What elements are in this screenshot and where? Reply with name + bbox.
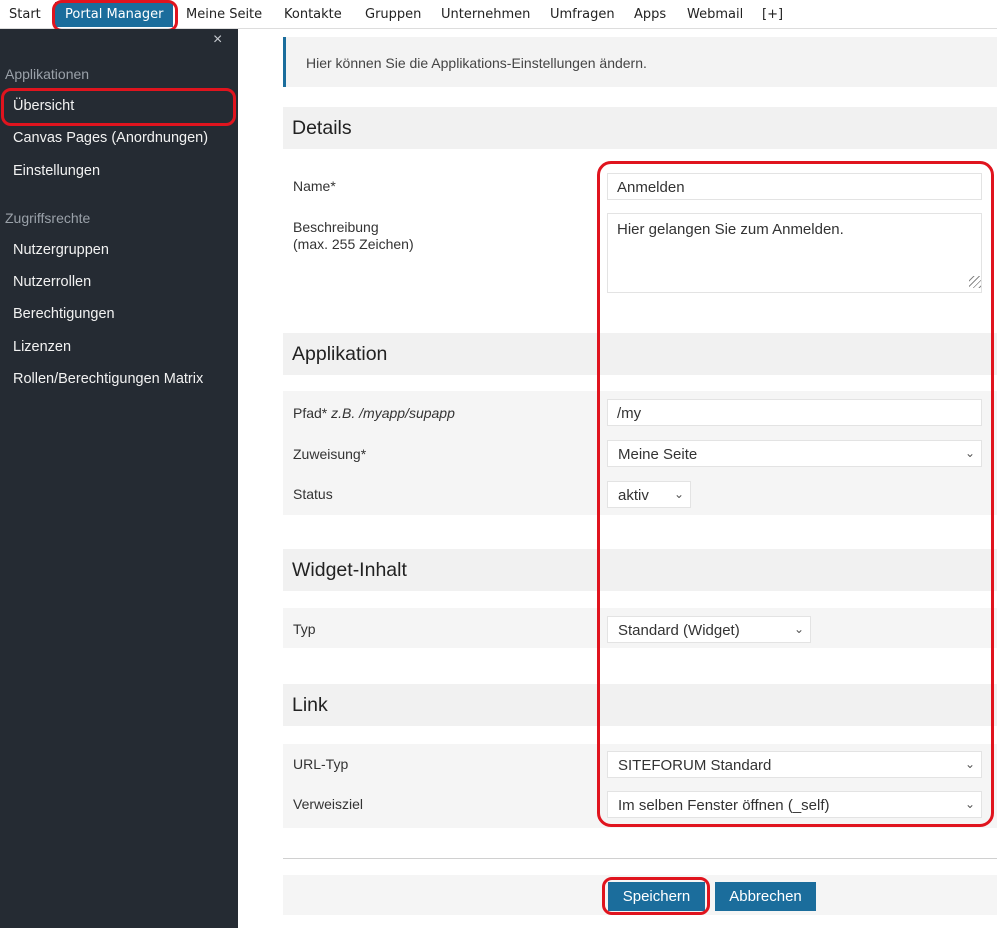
nav-unternehmen[interactable]: Unternehmen bbox=[441, 0, 530, 29]
url-type-select[interactable]: SITEFORUM Standard ⌄ bbox=[607, 751, 982, 778]
type-select-value: Standard (Widget) bbox=[618, 622, 740, 639]
section-widget-inhalt: Widget-Inhalt bbox=[283, 549, 997, 591]
nav-webmail[interactable]: Webmail bbox=[687, 0, 743, 29]
nav-kontakte[interactable]: Kontakte bbox=[284, 0, 342, 29]
info-box: Hier können Sie die Applikations-Einstel… bbox=[283, 37, 997, 87]
sidebar: × Applikationen Übersicht Canvas Pages (… bbox=[0, 29, 238, 928]
sidebar-section-applikationen: Applikationen bbox=[5, 66, 90, 82]
nav-start[interactable]: Start bbox=[9, 0, 41, 29]
nav-gruppen[interactable]: Gruppen bbox=[365, 0, 421, 29]
section-title-link: Link bbox=[292, 694, 328, 716]
nav-meine-seite[interactable]: Meine Seite bbox=[186, 0, 262, 29]
path-label: Pfad* z.B. /myapp/supapp bbox=[293, 405, 455, 421]
cancel-button[interactable]: Abbrechen bbox=[715, 882, 816, 911]
path-hint: z.B. /myapp/supapp bbox=[331, 405, 455, 421]
chevron-down-icon: ⌄ bbox=[793, 622, 804, 636]
chevron-down-icon: ⌄ bbox=[964, 446, 975, 460]
target-select[interactable]: Im selben Fenster öffnen (_self) ⌄ bbox=[607, 791, 982, 818]
close-icon[interactable]: × bbox=[213, 31, 222, 49]
status-label: Status bbox=[293, 486, 333, 502]
nav-add[interactable]: [+] bbox=[762, 0, 783, 29]
nav-portal-manager[interactable]: Portal Manager bbox=[55, 2, 174, 27]
sidebar-item-rollen-matrix[interactable]: Rollen/Berechtigungen Matrix bbox=[13, 371, 203, 387]
path-label-text: Pfad* bbox=[293, 405, 328, 421]
description-hint: (max. 255 Zeichen) bbox=[293, 236, 414, 252]
assign-select[interactable]: Meine Seite ⌄ bbox=[607, 440, 982, 467]
sidebar-item-canvas-pages[interactable]: Canvas Pages (Anordnungen) bbox=[13, 130, 208, 146]
sidebar-item-uebersicht[interactable]: Übersicht bbox=[13, 98, 74, 114]
assign-select-value: Meine Seite bbox=[618, 446, 698, 463]
sidebar-item-nutzergruppen[interactable]: Nutzergruppen bbox=[13, 242, 109, 258]
section-details: Details bbox=[283, 107, 997, 149]
sidebar-item-nutzerrollen[interactable]: Nutzerrollen bbox=[13, 274, 91, 290]
name-field[interactable]: Anmelden bbox=[607, 173, 982, 200]
status-select-value: aktiv bbox=[618, 487, 649, 504]
description-label: Beschreibung bbox=[293, 219, 379, 235]
description-field[interactable]: Hier gelangen Sie zum Anmelden. bbox=[607, 213, 982, 293]
sidebar-item-berechtigungen[interactable]: Berechtigungen bbox=[13, 306, 115, 322]
status-select[interactable]: aktiv ⌄ bbox=[607, 481, 691, 508]
section-applikation: Applikation bbox=[283, 333, 997, 375]
nav-umfragen[interactable]: Umfragen bbox=[550, 0, 615, 29]
type-label: Typ bbox=[293, 621, 316, 637]
chevron-down-icon: ⌄ bbox=[673, 487, 684, 501]
section-title-applikation: Applikation bbox=[292, 343, 388, 365]
sidebar-section-zugriffsrechte: Zugriffsrechte bbox=[5, 210, 91, 226]
type-select[interactable]: Standard (Widget) ⌄ bbox=[607, 616, 811, 643]
divider bbox=[283, 858, 997, 859]
path-field[interactable]: /my bbox=[607, 399, 982, 426]
chevron-down-icon: ⌄ bbox=[964, 797, 975, 811]
name-label: Name* bbox=[293, 178, 336, 194]
assign-label: Zuweisung* bbox=[293, 446, 367, 462]
section-title-widget: Widget-Inhalt bbox=[292, 559, 407, 581]
section-title-details: Details bbox=[292, 117, 352, 139]
save-button[interactable]: Speichern bbox=[608, 882, 705, 911]
resize-handle-icon[interactable] bbox=[969, 276, 981, 288]
nav-apps[interactable]: Apps bbox=[634, 0, 666, 29]
top-navigation: Start Portal Manager Meine Seite Kontakt… bbox=[0, 0, 997, 29]
sidebar-item-lizenzen[interactable]: Lizenzen bbox=[13, 339, 71, 355]
url-type-label: URL-Typ bbox=[293, 756, 349, 772]
url-type-select-value: SITEFORUM Standard bbox=[618, 757, 772, 774]
section-link: Link bbox=[283, 684, 997, 726]
main-content: Hier können Sie die Applikations-Einstel… bbox=[283, 29, 997, 928]
info-text: Hier können Sie die Applikations-Einstel… bbox=[306, 55, 647, 71]
target-label: Verweisziel bbox=[293, 796, 364, 812]
sidebar-item-einstellungen[interactable]: Einstellungen bbox=[13, 163, 100, 179]
chevron-down-icon: ⌄ bbox=[964, 757, 975, 771]
target-select-value: Im selben Fenster öffnen (_self) bbox=[618, 797, 830, 814]
